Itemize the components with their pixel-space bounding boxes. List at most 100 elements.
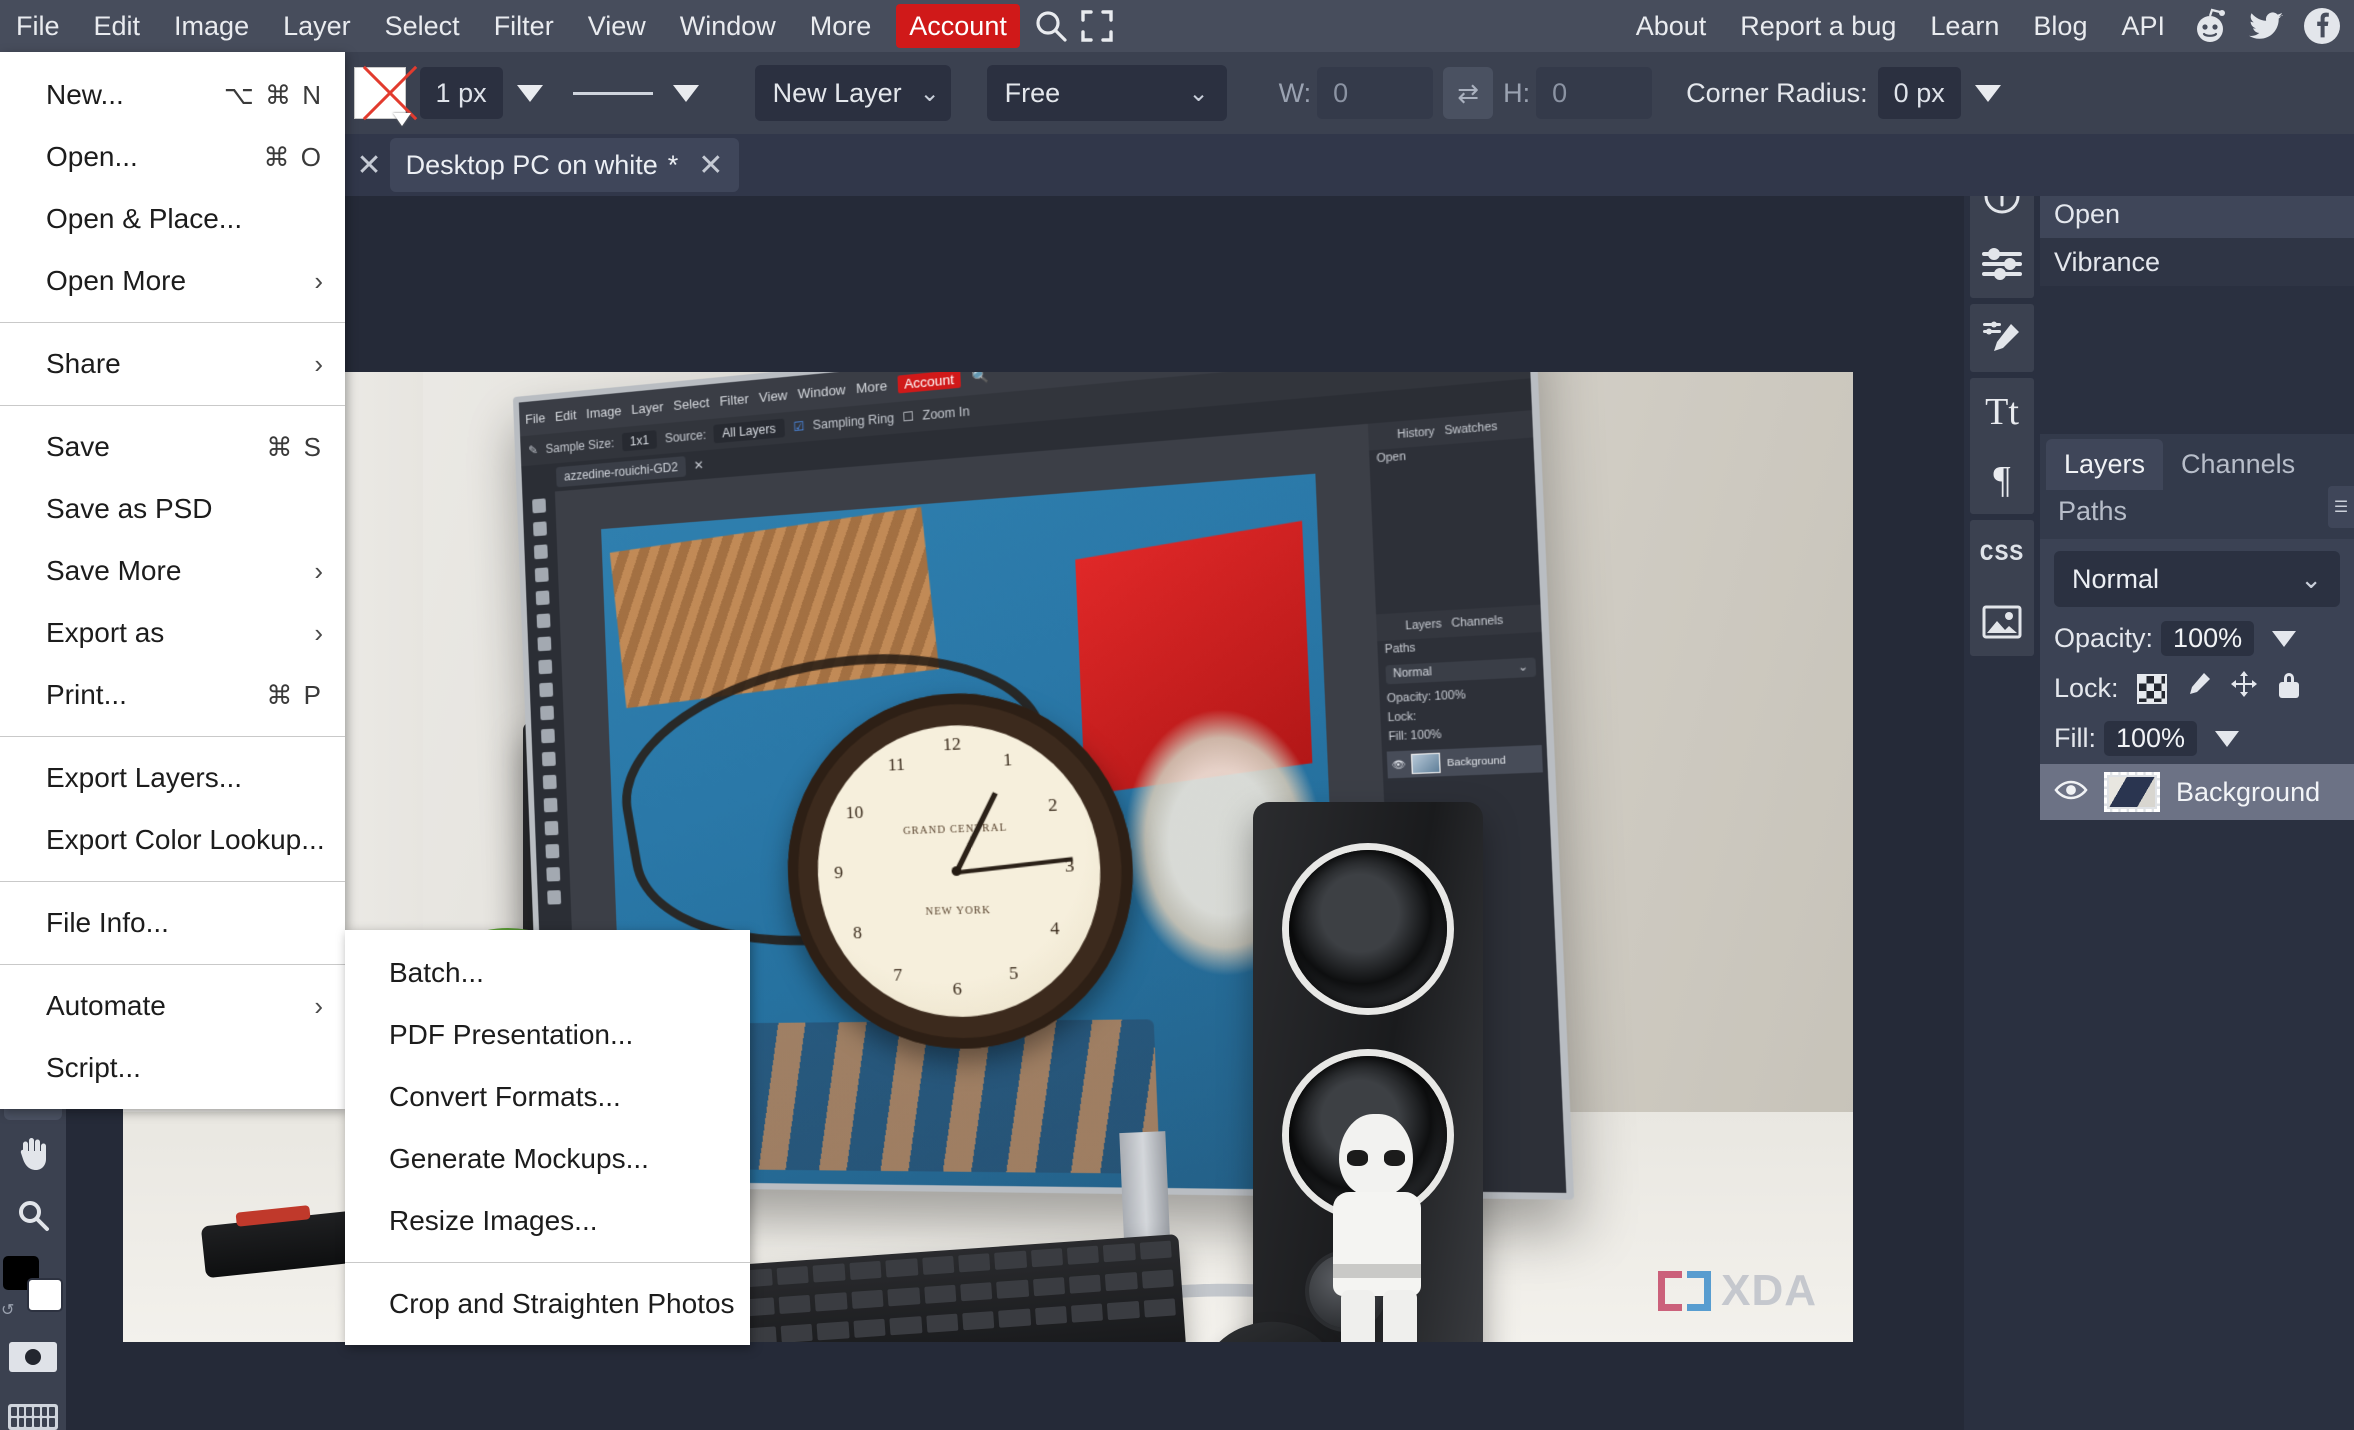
tab-channels[interactable]: Channels (2163, 439, 2313, 490)
link-about[interactable]: About (1619, 0, 1724, 52)
menu-item-export-color-lookup[interactable]: Export Color Lookup... (0, 809, 345, 871)
adjustments-icon[interactable] (1976, 238, 2028, 290)
menu-item-save[interactable]: Save ⌘ S (0, 416, 345, 478)
height-input[interactable]: 0 (1536, 67, 1652, 119)
link-learn[interactable]: Learn (1913, 0, 2016, 52)
history-item-vibrance[interactable]: Vibrance (2040, 238, 2354, 286)
reset-colors-icon[interactable]: ↺ (1, 1300, 19, 1318)
stroke-style-dropdown-icon[interactable] (673, 85, 699, 102)
right-panel-dock[interactable]: <> (1964, 134, 2354, 1430)
submenu-item-resize-images[interactable]: Resize Images... (345, 1190, 750, 1252)
menu-window[interactable]: Window (663, 0, 793, 52)
main-menubar[interactable]: File Edit Image Layer Select Filter View… (0, 0, 2354, 52)
layer-mode-select[interactable]: New Layer⌄ (755, 65, 951, 121)
submenu-item-pdf-presentation[interactable]: PDF Presentation... (345, 1004, 750, 1066)
opacity-dropdown-icon[interactable] (2272, 631, 2296, 647)
menu-edit[interactable]: Edit (77, 0, 158, 52)
submenu-item-convert-formats[interactable]: Convert Formats... (345, 1066, 750, 1128)
reddit-icon[interactable] (2190, 6, 2230, 46)
search-icon[interactable] (1028, 3, 1074, 49)
stroke-width-dropdown-icon[interactable] (517, 85, 543, 102)
menu-item-save-more[interactable]: Save More › (0, 540, 345, 602)
quick-mask-toggle[interactable] (4, 1328, 62, 1386)
color-picker-swatches[interactable]: ↺ (3, 1256, 63, 1312)
layers-panel[interactable]: Layers Channels ☰ Paths Normal ⌄ Opacity… (2040, 434, 2354, 1160)
swap-dimensions-icon[interactable]: ⇄ (1443, 67, 1493, 119)
tab-layers[interactable]: Layers (2046, 439, 2163, 490)
menu-item-script[interactable]: Script... (0, 1037, 345, 1099)
paragraph-icon[interactable]: ¶ (1976, 454, 2028, 506)
link-blog[interactable]: Blog (2016, 0, 2104, 52)
menu-more[interactable]: More (793, 0, 889, 52)
twitter-icon[interactable] (2246, 6, 2286, 46)
facebook-icon[interactable] (2302, 6, 2342, 46)
right-panel-content[interactable]: >< History Swatches ☰ Open Vibrance Laye… (2040, 134, 2354, 1430)
stroke-color-swatch[interactable] (354, 67, 406, 119)
document-tab-close-icon[interactable]: ✕ (698, 148, 723, 183)
image-icon[interactable] (1976, 596, 2028, 648)
rail-group-brush[interactable] (1970, 304, 2034, 372)
menu-item-open-more[interactable]: Open More › (0, 250, 345, 312)
layer-name[interactable]: Background (2176, 777, 2320, 808)
css-icon[interactable]: CSS (1976, 528, 2028, 580)
submenu-item-batch[interactable]: Batch... (345, 942, 750, 1004)
lock-paint-icon[interactable] (2183, 670, 2213, 707)
fullscreen-icon[interactable] (1074, 3, 1120, 49)
screen-mode-toggle[interactable] (8, 1404, 58, 1430)
tab-close-icon[interactable]: ✕ (357, 148, 382, 183)
opacity-value[interactable]: 100% (2161, 621, 2254, 656)
stroke-width-field[interactable]: 1 px (420, 67, 503, 119)
shape-mode-select[interactable]: Free⌄ (987, 65, 1227, 121)
menu-item-open-and-place[interactable]: Open & Place... (0, 188, 345, 250)
document-tab-desktop-pc[interactable]: Desktop PC on white * ✕ (390, 138, 740, 192)
rail-group-type[interactable]: Tt ¶ (1970, 378, 2034, 514)
width-input[interactable]: 0 (1317, 67, 1433, 119)
menu-item-automate[interactable]: Automate › (0, 975, 345, 1037)
panel-icon-rail[interactable]: <> (1964, 134, 2040, 1430)
menu-layer[interactable]: Layer (266, 0, 368, 52)
document-tabstrip[interactable]: 2N ✕ Desktop PC on white * ✕ (0, 134, 2354, 196)
background-color-swatch[interactable] (27, 1278, 63, 1312)
menu-image[interactable]: Image (157, 0, 266, 52)
menu-item-print[interactable]: Print... ⌘ P (0, 664, 345, 726)
submenu-item-crop-and-straighten-photos[interactable]: Crop and Straighten Photos (345, 1273, 750, 1335)
eye-icon[interactable] (2054, 778, 2088, 807)
layers-panel-menu-icon[interactable]: ☰ (2328, 486, 2354, 528)
file-menu-dropdown[interactable]: New... ⌥ ⌘ N Open... ⌘ O Open & Place...… (0, 52, 345, 1109)
fill-dropdown-icon[interactable] (2215, 731, 2239, 747)
layer-thumbnail[interactable] (2104, 772, 2160, 812)
rail-group-css[interactable]: CSS (1970, 520, 2034, 656)
fill-value[interactable]: 100% (2104, 721, 2197, 756)
layers-panel-tabs[interactable]: Layers Channels ☰ (2040, 434, 2354, 490)
menu-item-share[interactable]: Share › (0, 333, 345, 395)
automate-submenu[interactable]: Batch... PDF Presentation... Convert For… (345, 930, 750, 1345)
hand-tool[interactable] (4, 1124, 62, 1182)
brush-settings-icon[interactable] (1976, 312, 2028, 364)
link-api[interactable]: API (2104, 0, 2182, 52)
link-report-a-bug[interactable]: Report a bug (1723, 0, 1913, 52)
submenu-item-generate-mockups[interactable]: Generate Mockups... (345, 1128, 750, 1190)
menu-file[interactable]: File (0, 0, 77, 52)
tool-options-bar[interactable]: Stroke: 1 px New Layer⌄ Free⌄ W: 0 ⇄ H: … (0, 52, 2354, 134)
lock-row[interactable]: Lock: (2054, 670, 2340, 707)
layer-row-background[interactable]: Background (2040, 764, 2354, 820)
menu-filter[interactable]: Filter (477, 0, 571, 52)
lock-all-icon[interactable] (2275, 670, 2303, 707)
tab-paths[interactable]: Paths (2040, 490, 2354, 539)
menu-item-open[interactable]: Open... ⌘ O (0, 126, 345, 188)
account-button[interactable]: Account (896, 4, 1020, 48)
corner-radius-dropdown-icon[interactable] (1975, 85, 2001, 102)
menu-item-save-as-psd[interactable]: Save as PSD (0, 478, 345, 540)
blend-mode-select[interactable]: Normal ⌄ (2054, 551, 2340, 607)
layers-panel-controls[interactable]: Normal ⌄ Opacity: 100% Lock: (2040, 539, 2354, 764)
menu-item-export-layers[interactable]: Export Layers... (0, 747, 345, 809)
corner-radius-input[interactable]: 0 px (1878, 67, 1961, 119)
menu-select[interactable]: Select (368, 0, 477, 52)
menu-item-export-as[interactable]: Export as › (0, 602, 345, 664)
menu-item-file-info[interactable]: File Info... (0, 892, 345, 954)
lock-position-icon[interactable] (2229, 670, 2259, 707)
menu-view[interactable]: View (571, 0, 663, 52)
character-icon[interactable]: Tt (1976, 386, 2028, 438)
fill-row[interactable]: Fill: 100% (2054, 721, 2340, 756)
opacity-row[interactable]: Opacity: 100% (2054, 621, 2340, 656)
